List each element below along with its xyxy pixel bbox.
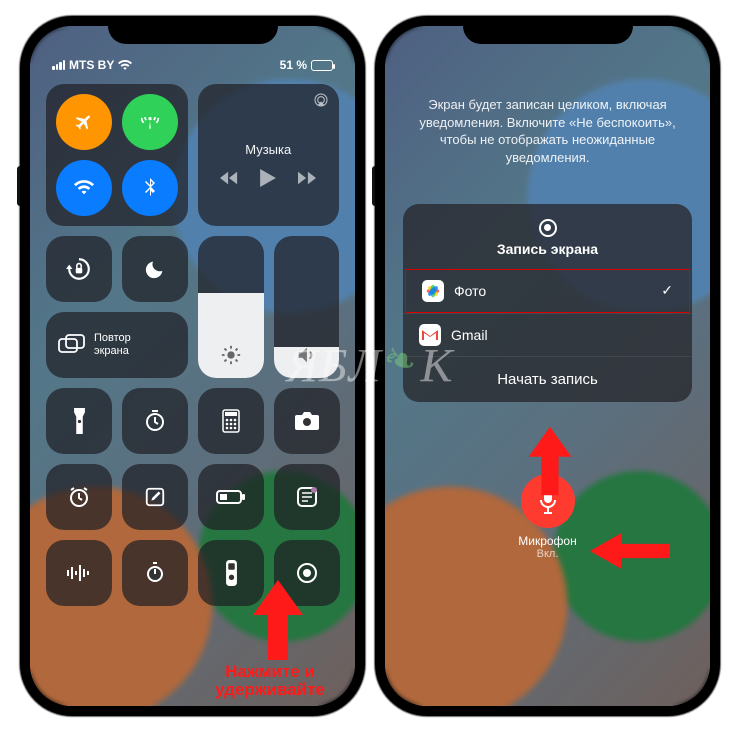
sheet-title: Запись экрана xyxy=(403,241,692,257)
recording-info: Экран будет записан целиком, включая уве… xyxy=(385,26,710,166)
screen-mirror-label: Повтор экрана xyxy=(94,332,131,357)
airplane-icon xyxy=(74,112,94,132)
cellular-signal-icon xyxy=(52,60,65,70)
calculator-button[interactable] xyxy=(198,388,264,454)
alarm-button[interactable] xyxy=(46,464,112,530)
volume-slider[interactable] xyxy=(274,236,340,378)
destination-gmail[interactable]: Gmail xyxy=(403,313,692,356)
waveform-icon xyxy=(66,564,92,582)
flashlight-icon xyxy=(73,408,86,434)
phone-left: MTS BY 51 % xyxy=(20,16,365,716)
screen-left: MTS BY 51 % xyxy=(30,26,355,706)
control-center: Музыка xyxy=(30,74,355,616)
phone-right: Экран будет записан целиком, включая уве… xyxy=(375,16,720,716)
recording-sheet: Запись экрана Фото ✓ Gmail xyxy=(403,204,692,402)
battery-pct: 51 % xyxy=(280,58,307,72)
comparison-stage: MTS BY 51 % xyxy=(0,0,740,732)
cellular-data-toggle[interactable] xyxy=(122,94,178,150)
wifi-icon xyxy=(74,180,94,196)
prev-track-icon[interactable] xyxy=(220,171,238,185)
airplane-toggle-off[interactable] xyxy=(56,94,112,150)
remote-icon xyxy=(226,560,237,586)
orientation-lock-icon xyxy=(66,256,92,282)
photos-app-icon xyxy=(422,280,444,302)
notes-button[interactable] xyxy=(122,464,188,530)
destination-photos[interactable]: Фото ✓ xyxy=(405,269,690,313)
airplay-icon xyxy=(313,92,329,108)
camera-button[interactable] xyxy=(274,388,340,454)
stopwatch-icon xyxy=(143,561,167,585)
timer-button[interactable] xyxy=(122,388,188,454)
calculator-icon xyxy=(222,409,240,433)
flashlight-button[interactable] xyxy=(46,388,112,454)
sun-icon xyxy=(220,344,242,366)
notch xyxy=(108,16,278,44)
annotation-text: Нажмите и удерживайте xyxy=(215,663,325,700)
battery-low-icon xyxy=(216,489,246,505)
moon-icon xyxy=(144,258,166,280)
bluetooth-icon xyxy=(144,178,156,198)
camera-icon xyxy=(294,411,320,431)
screen-right: Экран будет записан целиком, включая уве… xyxy=(385,26,710,706)
low-power-button[interactable] xyxy=(198,464,264,530)
timer-icon xyxy=(143,409,167,433)
scan-icon xyxy=(295,485,319,509)
scan-button[interactable] xyxy=(274,464,340,530)
checkmark-icon: ✓ xyxy=(661,282,673,299)
play-icon[interactable] xyxy=(260,169,276,187)
wifi-toggle[interactable] xyxy=(56,160,112,216)
music-widget[interactable]: Музыка xyxy=(198,84,340,226)
music-title: Музыка xyxy=(245,142,291,157)
destination-label: Фото xyxy=(454,283,486,299)
voice-memo-button[interactable] xyxy=(46,540,112,606)
orientation-lock-button[interactable] xyxy=(46,236,112,302)
notch xyxy=(463,16,633,44)
start-recording-button[interactable]: Начать запись xyxy=(403,356,692,402)
sheet-header: Запись экрана xyxy=(403,218,692,269)
gmail-app-icon xyxy=(419,324,441,346)
volume-icon xyxy=(295,344,317,366)
stopwatch-button[interactable] xyxy=(122,540,188,606)
wifi-icon xyxy=(118,60,132,71)
record-icon xyxy=(539,219,557,237)
bluetooth-toggle[interactable] xyxy=(122,160,178,216)
annotation-arrow-start xyxy=(520,426,580,496)
connectivity-group[interactable] xyxy=(46,84,188,226)
do-not-disturb-button[interactable] xyxy=(122,236,188,302)
brightness-slider[interactable] xyxy=(198,236,264,378)
screen-mirroring-button[interactable]: Повтор экрана xyxy=(46,312,188,378)
battery-icon xyxy=(311,60,333,71)
screen-mirror-icon xyxy=(58,334,86,356)
annotation-arrow xyxy=(243,580,313,660)
note-icon xyxy=(144,486,166,508)
annotation-arrow-mic xyxy=(590,526,670,576)
antenna-icon xyxy=(140,112,160,132)
next-track-icon[interactable] xyxy=(298,171,316,185)
alarm-icon xyxy=(67,485,91,509)
carrier-label: MTS BY xyxy=(69,58,114,72)
destination-label: Gmail xyxy=(451,327,488,343)
